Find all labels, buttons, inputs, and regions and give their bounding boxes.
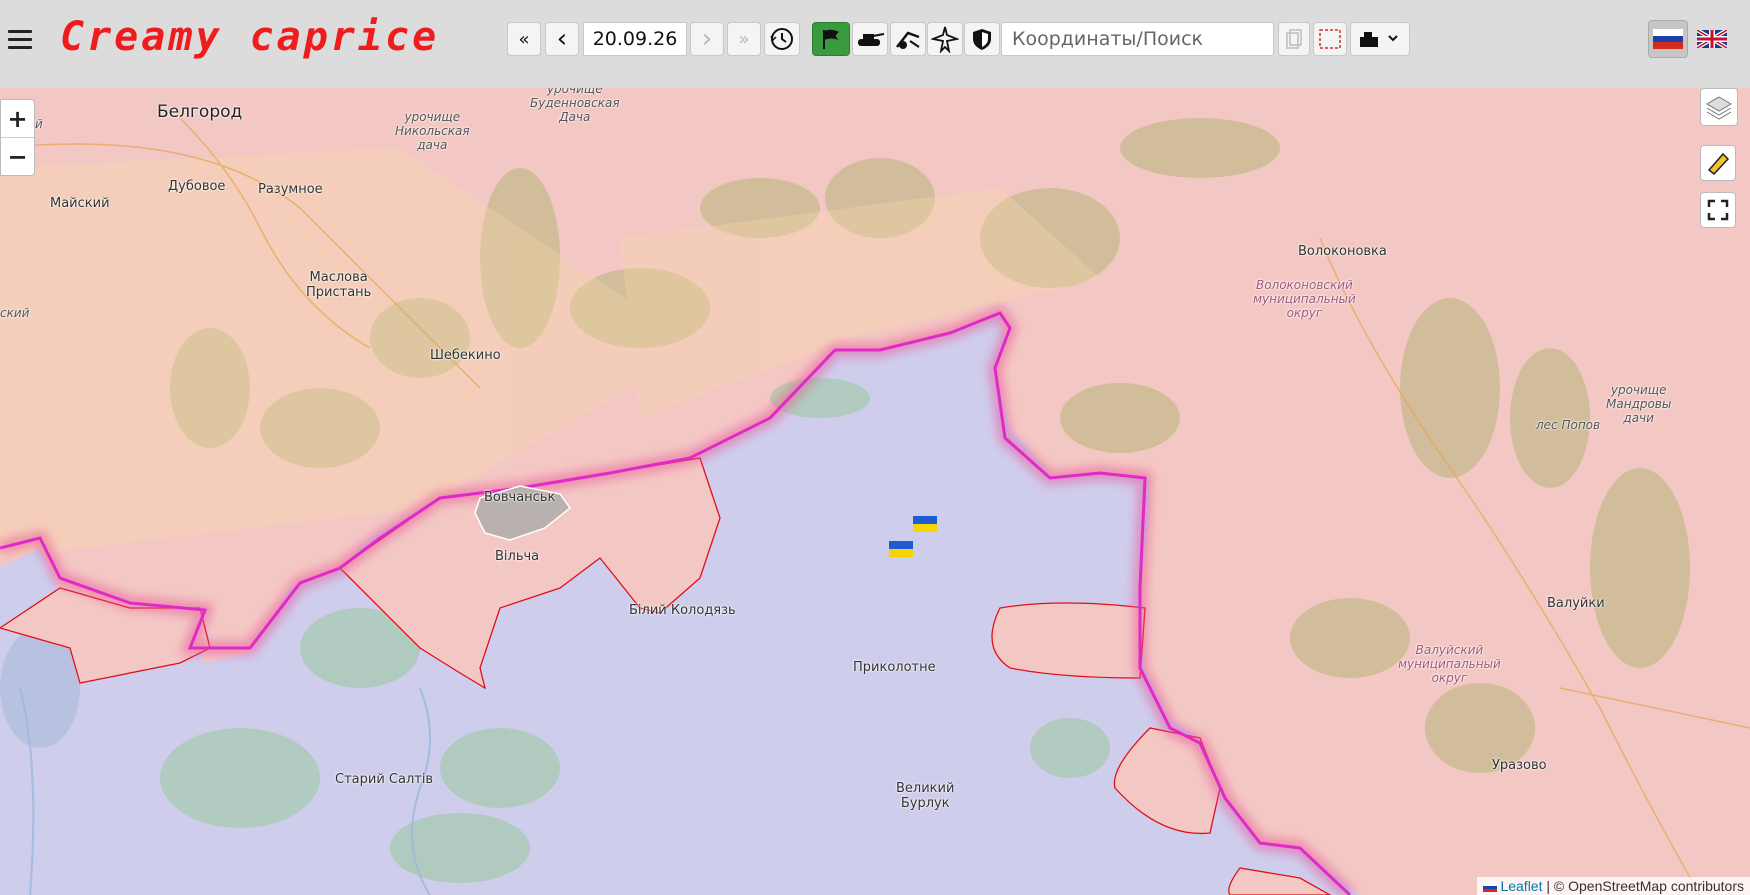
label-skiy: ский (0, 306, 30, 320)
attribution-separator: | (1546, 878, 1551, 894)
map-attribution: Leaflet | © OpenStreetMap contributors (1476, 877, 1750, 895)
history-clock-icon[interactable] (764, 22, 800, 56)
ruler-icon[interactable] (1700, 145, 1736, 181)
language-en-button[interactable] (1692, 20, 1732, 58)
last-date-button[interactable]: » (727, 22, 761, 56)
prev-date-button[interactable]: ‹ (545, 22, 579, 56)
label-belgorod: Белгород (157, 102, 243, 122)
label-urochishche-mandrovy: урочище Мандровы дачи (1606, 383, 1672, 425)
artillery-icon[interactable] (890, 22, 926, 56)
label-les-popov: лес Попов (1536, 418, 1601, 432)
ukraine-flag-icon[interactable] (913, 516, 937, 532)
copy-icon[interactable] (1278, 22, 1310, 56)
label-volokonovsky-district: Волоконовский муниципальный округ (1253, 278, 1356, 320)
language-ru-button[interactable] (1648, 20, 1688, 58)
label-bily-kolodyaz: Білий Колодязь (629, 603, 736, 618)
russia-flag-icon (1653, 29, 1683, 49)
zoom-out-button[interactable]: − (1, 137, 34, 175)
top-toolbar: Creamy caprice « ‹ › » (0, 0, 1750, 88)
zoom-in-button[interactable]: + (1, 100, 34, 137)
label-shebekino: Шебекино (430, 348, 501, 363)
label-dubovoe: Дубовое (168, 179, 226, 194)
layers-icon[interactable] (1700, 88, 1738, 126)
leaflet-link[interactable]: Leaflet (1500, 878, 1542, 894)
label-valuyki: Валуйки (1547, 596, 1605, 611)
tank-icon[interactable] (852, 22, 888, 56)
zoom-control: + − (0, 99, 35, 176)
label-volokonovka: Волоконовка (1298, 244, 1387, 259)
map-view[interactable]: Белгород урочище Буденновская Дача урочи… (0, 88, 1750, 895)
layer-select-icon[interactable] (1350, 22, 1410, 56)
date-input[interactable] (583, 22, 687, 56)
label-velyky-burluk: Великий Бурлук (896, 781, 955, 811)
aircraft-icon[interactable] (927, 22, 963, 56)
label-valuysky-district: Валуйский муниципальный округ (1398, 643, 1501, 685)
osm-attribution[interactable]: © OpenStreetMap contributors (1554, 878, 1744, 894)
label-urochishche-budennovskaya: урочище Буденновская Дача (530, 88, 620, 124)
first-date-button[interactable]: « (507, 22, 541, 56)
map-canvas (0, 88, 1750, 895)
russia-flag-icon (1482, 882, 1497, 892)
label-urochishche-nikolskaya: урочище Никольская дача (395, 110, 470, 152)
next-date-button[interactable]: › (690, 22, 724, 56)
flag-icon[interactable] (812, 22, 850, 56)
shield-icon[interactable] (964, 22, 1000, 56)
uk-flag-icon (1697, 30, 1727, 48)
menu-icon[interactable] (8, 25, 32, 51)
search-input[interactable] (1001, 22, 1274, 56)
label-maysky: Майский (50, 196, 110, 211)
label-razumnoe: Разумное (258, 182, 323, 197)
label-vilcha: Вільча (495, 549, 540, 564)
label-maslova-pristan: Маслова Пристань (306, 270, 372, 300)
fullscreen-icon[interactable] (1700, 192, 1736, 228)
label-urazovo: Уразово (1492, 758, 1547, 773)
label-stary-saltiv: Старий Салтів (335, 772, 434, 787)
ukraine-flag-icon[interactable] (889, 541, 913, 557)
label-prikolotne: Приколотне (853, 660, 936, 675)
frame-select-icon[interactable] (1313, 22, 1347, 56)
app-title: Creamy caprice (60, 14, 440, 60)
label-vovchansk: Вовчанськ (484, 490, 556, 505)
